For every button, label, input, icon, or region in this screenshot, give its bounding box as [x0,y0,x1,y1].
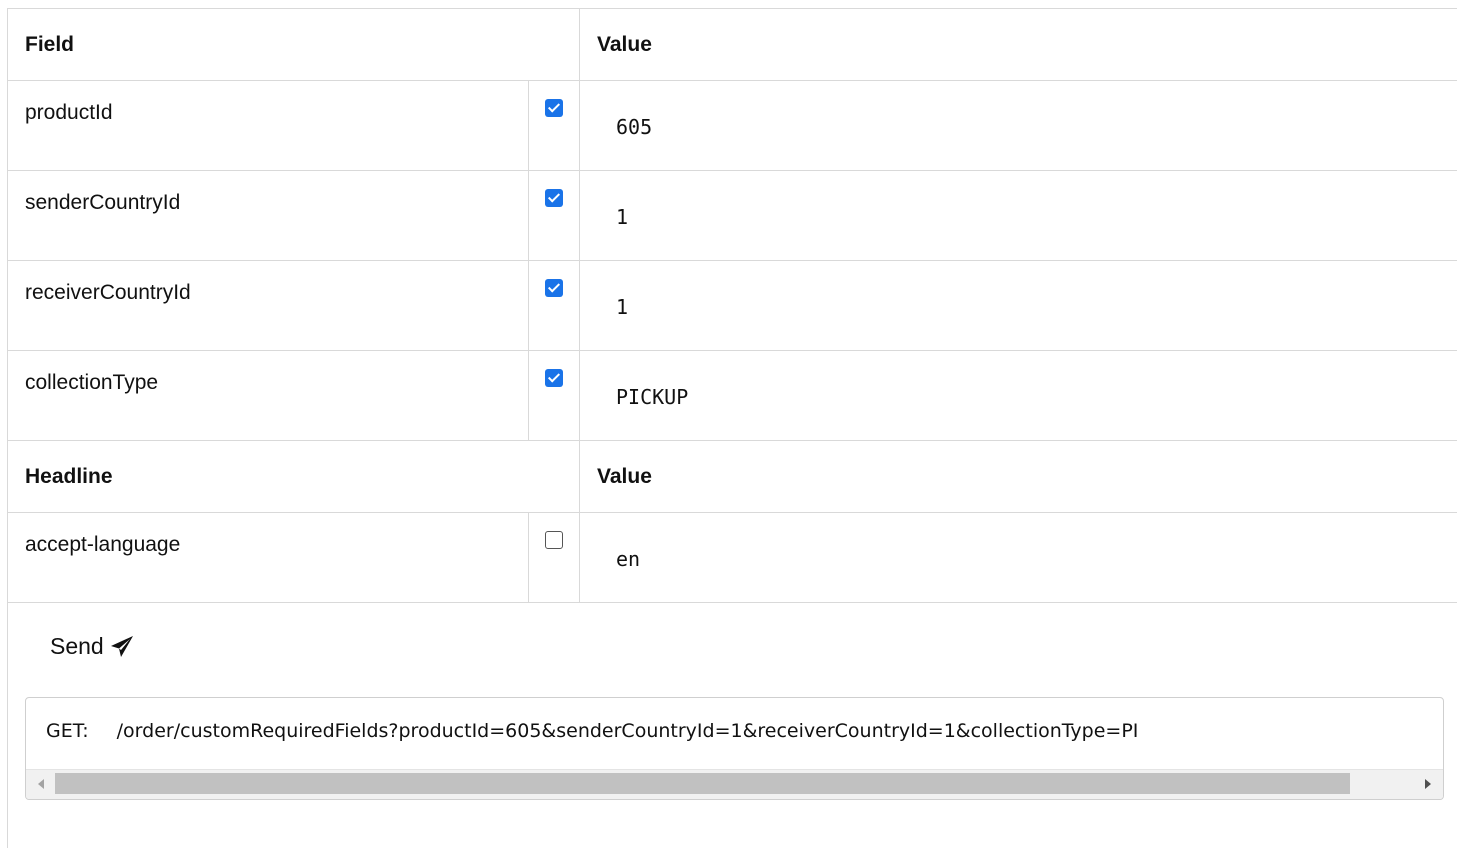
field-enabled-checkbox[interactable] [545,189,563,207]
request-url-box: GET: /order/customRequiredFields?productI… [25,697,1444,800]
field-enabled-checkbox[interactable] [545,369,563,387]
headline-enabled-checkbox[interactable] [545,531,563,549]
field-enabled-checkbox[interactable] [545,99,563,117]
field-value[interactable]: 1 [580,171,1457,261]
field-enabled-checkbox[interactable] [545,279,563,297]
request-method: GET: [46,720,89,742]
field-value[interactable]: 605 [580,81,1457,171]
field-checkbox-cell [529,351,580,441]
headline-name: accept-language [8,513,529,603]
field-row-receiverCountryId: receiverCountryId 1 [8,261,1457,351]
headline-value[interactable]: en [580,513,1457,603]
field-value[interactable]: 1 [580,261,1457,351]
value-column-header: Value [580,441,1457,513]
paper-plane-icon [110,635,134,659]
request-url-text: GET: /order/customRequiredFields?productI… [46,720,1342,742]
scroll-right-arrow-icon[interactable] [1425,779,1431,789]
headlines-header-row: Headline Value [8,441,1457,513]
value-column-header: Value [580,9,1457,81]
field-value[interactable]: PICKUP [580,351,1457,441]
horizontal-scrollbar[interactable] [26,769,1443,799]
scrollbar-thumb[interactable] [55,773,1350,794]
headline-row-accept-language: accept-language en [8,513,1457,603]
field-name: productId [8,81,529,171]
parameters-table: Field Value productId 605 senderCountryI… [7,8,1457,603]
send-label: Send [50,633,104,660]
send-button[interactable]: Send [50,633,134,660]
fields-header-row: Field Value [8,9,1457,81]
field-checkbox-cell [529,171,580,261]
field-checkbox-cell [529,81,580,171]
field-name: collectionType [8,351,529,441]
headline-checkbox-cell [529,513,580,603]
field-column-header: Field [8,9,580,81]
field-row-senderCountryId: senderCountryId 1 [8,171,1457,261]
field-row-productId: productId 605 [8,81,1457,171]
request-url: /order/customRequiredFields?productId=60… [117,720,1139,742]
field-checkbox-cell [529,261,580,351]
field-name: senderCountryId [8,171,529,261]
field-name: receiverCountryId [8,261,529,351]
scroll-left-arrow-icon[interactable] [38,779,44,789]
headline-column-header: Headline [8,441,580,513]
field-row-collectionType: collectionType PICKUP [8,351,1457,441]
